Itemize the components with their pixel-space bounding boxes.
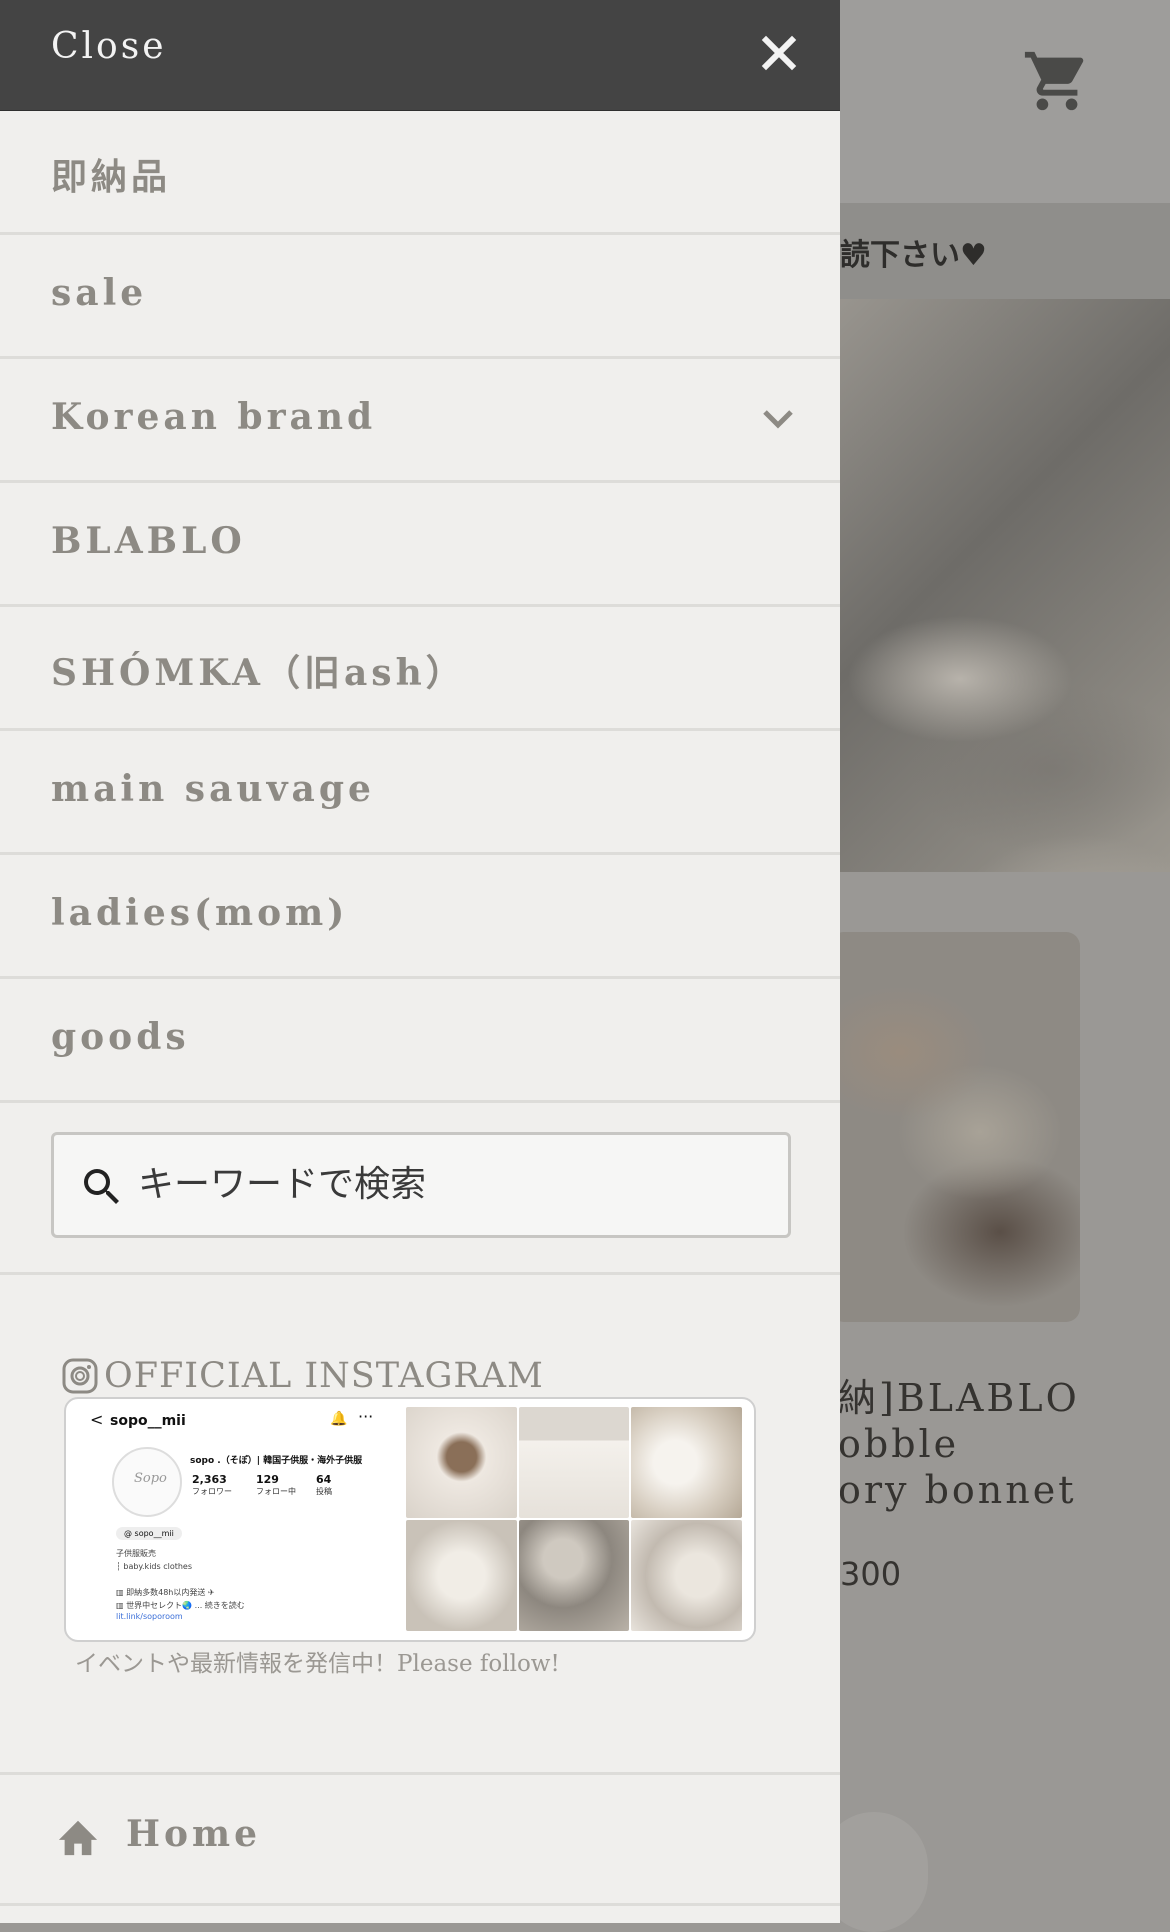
- home-link[interactable]: Home: [0, 1772, 840, 1906]
- ig-handle: sopo__mii: [110, 1413, 186, 1429]
- search-section: [0, 1095, 840, 1275]
- menu-item-ladies[interactable]: ladies(mom): [0, 855, 840, 979]
- search-box[interactable]: [51, 1132, 791, 1238]
- search-icon[interactable]: [78, 1163, 126, 1211]
- menu-item-label: BLABLO: [51, 520, 246, 562]
- back-icon: <: [90, 1410, 104, 1429]
- more-icon: ···: [358, 1407, 374, 1426]
- ig-followers: 2,363 フォロワー: [192, 1473, 232, 1497]
- menu-item-label: 即納品: [51, 156, 172, 198]
- cart-icon[interactable]: [1022, 46, 1092, 116]
- ig-followers-count: 2,363: [192, 1473, 227, 1486]
- ig-following-label: フォロー中: [256, 1487, 296, 1496]
- ig-posts: 64 投稿: [316, 1473, 332, 1497]
- menu-item-main-sauvage[interactable]: main sauvage: [0, 731, 840, 855]
- instagram-caption: イベントや最新情報を発信中！Please follow!: [75, 1651, 560, 1677]
- avatar-text: Sopo: [134, 1471, 167, 1486]
- ig-photo: [406, 1407, 517, 1518]
- side-drawer: Close 即納品 sale Korean brand BLABLO SHÓMK…: [0, 0, 840, 1923]
- ig-posts-label: 投稿: [316, 1487, 332, 1496]
- menu-item-sokunouhin[interactable]: 即納品: [0, 111, 840, 235]
- close-icon[interactable]: [756, 30, 802, 76]
- ig-photo-grid: [406, 1407, 742, 1631]
- menu-item-label: main sauvage: [51, 768, 375, 810]
- menu-item-label: sale: [51, 272, 148, 314]
- instagram-icon: [62, 1358, 98, 1394]
- chevron-down-icon[interactable]: [760, 401, 796, 437]
- menu-item-korean-brand[interactable]: Korean brand: [0, 359, 840, 483]
- ig-photo: [518, 1407, 630, 1518]
- menu-item-label: SHÓMKA（旧ash）: [51, 652, 466, 694]
- close-label[interactable]: Close: [51, 26, 167, 67]
- menu-item-label: Korean brand: [51, 396, 377, 438]
- category-menu: 即納品 sale Korean brand BLABLO SHÓMKA（旧ash…: [0, 111, 840, 1103]
- ig-link: lit.link/soporoom: [116, 1612, 183, 1621]
- ig-photo: [518, 1520, 630, 1631]
- ig-profile-name: sopo .（そぽ）| 韓国子供服・海外子供服: [190, 1456, 363, 1466]
- ig-bio: 子供服販売 ┆ baby.kids clothes ▥ 即納多数48h以内発送 …: [116, 1549, 245, 1610]
- home-label: Home: [126, 1813, 262, 1855]
- ig-following-count: 129: [256, 1473, 279, 1486]
- ig-threads-badge: @ sopo__mii: [116, 1527, 182, 1540]
- ig-photo: [631, 1407, 742, 1518]
- home-icon: [58, 1820, 98, 1856]
- ig-followers-label: フォロワー: [192, 1487, 232, 1496]
- search-input[interactable]: [136, 1153, 770, 1215]
- ig-photo: [406, 1520, 517, 1631]
- menu-item-shomka[interactable]: SHÓMKA（旧ash）: [0, 607, 840, 731]
- product-title[interactable]: 納]BLABLO obble ory bonnet: [838, 1375, 1168, 1513]
- product-image[interactable]: [830, 932, 1080, 1322]
- drawer-header[interactable]: Close: [0, 0, 840, 111]
- avatar: Sopo: [112, 1447, 182, 1517]
- instagram-title: OFFICIAL INSTAGRAM: [104, 1356, 544, 1396]
- menu-item-goods[interactable]: goods: [0, 979, 840, 1103]
- bell-icon: 🔔: [330, 1411, 348, 1427]
- ig-photo: [631, 1520, 742, 1631]
- menu-item-label: goods: [51, 1016, 190, 1058]
- notice-banner-text: 読下さい♥: [840, 238, 987, 273]
- ig-following: 129 フォロー中: [256, 1473, 296, 1497]
- instagram-preview-banner[interactable]: < sopo__mii 🔔 ··· Sopo sopo .（そぽ）| 韓国子供服…: [64, 1397, 756, 1642]
- menu-item-sale[interactable]: sale: [0, 235, 840, 359]
- ig-posts-count: 64: [316, 1473, 332, 1486]
- product-price: 300: [840, 1555, 902, 1593]
- menu-item-blablo[interactable]: BLABLO: [0, 483, 840, 607]
- menu-item-label: ladies(mom): [51, 892, 349, 934]
